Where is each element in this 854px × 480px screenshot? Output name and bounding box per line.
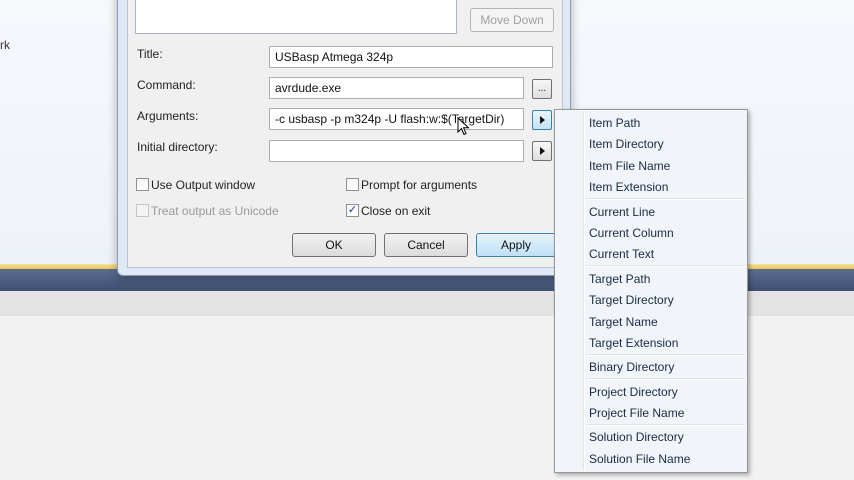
apply-button[interactable]: Apply — [476, 233, 556, 257]
cancel-button[interactable]: Cancel — [384, 233, 468, 257]
arguments-label: Arguments: — [137, 109, 199, 123]
initial-directory-macro-button[interactable] — [532, 141, 552, 161]
menu-item-project-directory[interactable]: Project Directory — [589, 385, 678, 399]
menu-item-current-column[interactable]: Current Column — [589, 226, 674, 240]
title-field[interactable]: USBasp Atmega 324p — [269, 46, 553, 68]
tools-list[interactable] — [135, 0, 457, 34]
move-down-button[interactable]: Move Down — [470, 8, 554, 32]
use-output-window-checkbox[interactable] — [136, 178, 149, 191]
menu-item-item-path[interactable]: Item Path — [589, 116, 640, 130]
right-arrow-icon — [539, 116, 545, 124]
menu-item-target-directory[interactable]: Target Directory — [589, 293, 674, 307]
menu-item-item-file-name[interactable]: Item File Name — [589, 159, 670, 173]
browse-command-button[interactable]: ... — [532, 79, 552, 99]
initial-directory-label: Initial directory: — [137, 140, 218, 154]
command-field[interactable]: avrdude.exe — [269, 77, 524, 99]
background-partial-text: rk — [0, 38, 10, 52]
arguments-field[interactable]: -c usbasp -p m324p -U flash:w:$(TargetDi… — [269, 108, 524, 130]
dialog-client-area — [127, 0, 563, 268]
menu-item-solution-directory[interactable]: Solution Directory — [589, 430, 684, 444]
command-label: Command: — [137, 78, 196, 92]
treat-output-unicode-label: Treat output as Unicode — [151, 204, 279, 218]
menu-separator — [586, 265, 745, 267]
menu-item-solution-file-name[interactable]: Solution File Name — [589, 452, 690, 466]
menu-item-binary-directory[interactable]: Binary Directory — [589, 360, 674, 374]
menu-item-current-text[interactable]: Current Text — [589, 247, 654, 261]
ok-button[interactable]: OK — [292, 233, 376, 257]
menu-separator — [586, 354, 745, 356]
menu-item-target-path[interactable]: Target Path — [589, 272, 650, 286]
close-on-exit-label: Close on exit — [361, 204, 431, 218]
initial-directory-field[interactable] — [269, 140, 524, 162]
prompt-for-arguments-checkbox[interactable] — [346, 178, 359, 191]
prompt-for-arguments-label: Prompt for arguments — [361, 178, 478, 192]
close-on-exit-checkbox[interactable]: ✓ — [346, 204, 359, 217]
use-output-window-label: Use Output window — [151, 178, 256, 192]
title-label: Title: — [137, 47, 163, 61]
menu-separator — [586, 378, 745, 380]
menu-item-item-directory[interactable]: Item Directory — [589, 137, 664, 151]
menu-item-item-extension[interactable]: Item Extension — [589, 180, 668, 194]
arguments-macro-button[interactable] — [532, 110, 552, 130]
menu-separator — [586, 424, 745, 426]
macro-context-menu: Item Path Item Directory Item File Name … — [554, 109, 748, 473]
menu-icon-gutter — [583, 112, 585, 470]
menu-item-project-file-name[interactable]: Project File Name — [589, 406, 684, 420]
menu-separator — [586, 198, 745, 200]
menu-item-target-name[interactable]: Target Name — [589, 315, 658, 329]
menu-item-target-extension[interactable]: Target Extension — [589, 336, 678, 350]
mouse-cursor-icon — [457, 117, 470, 136]
treat-output-unicode-checkbox[interactable] — [136, 204, 149, 217]
menu-item-current-line[interactable]: Current Line — [589, 205, 655, 219]
right-arrow-icon — [539, 147, 545, 155]
